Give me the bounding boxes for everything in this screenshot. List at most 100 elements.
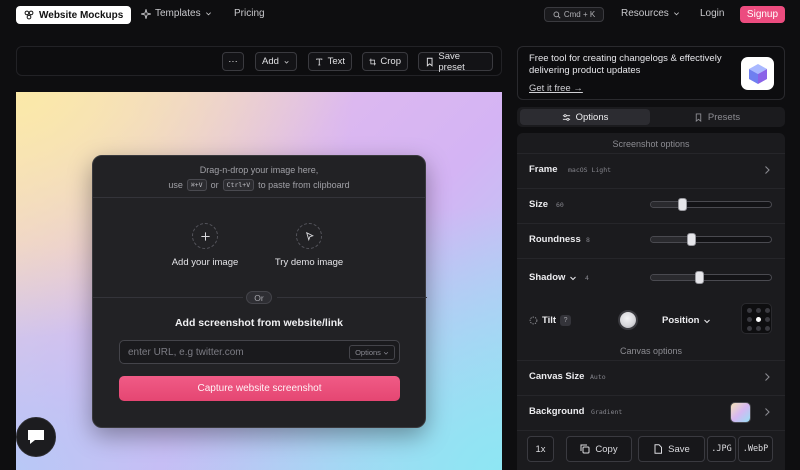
promo-banner: Free tool for creating changelogs & effe… xyxy=(517,46,785,100)
roundness-slider-thumb[interactable] xyxy=(687,233,696,246)
url-field[interactable]: Options xyxy=(119,340,400,364)
background-row[interactable]: Background Gradient xyxy=(517,395,785,428)
file-icon xyxy=(654,444,663,454)
save-preset-button[interactable]: Save preset xyxy=(418,50,493,73)
position-top-right[interactable] xyxy=(765,308,770,313)
chevron-down-icon xyxy=(673,12,679,16)
add-image-button[interactable] xyxy=(192,223,218,249)
search-icon xyxy=(553,11,561,19)
demo-image-label[interactable]: Try demo image xyxy=(249,257,369,268)
search-shortcut-label: Cmd + K xyxy=(563,10,596,19)
demo-image-button[interactable] xyxy=(296,223,322,249)
shadow-row: Shadow 4 xyxy=(517,258,785,295)
command-search-button[interactable]: Cmd + K xyxy=(544,7,604,22)
export-bar: 1x Copy Save .JPG .WebP xyxy=(517,430,785,470)
mockup-icon xyxy=(24,10,34,20)
position-bottom-center[interactable] xyxy=(756,326,761,331)
position-bottom-left[interactable] xyxy=(747,326,752,331)
copy-button[interactable]: Copy xyxy=(566,436,632,462)
or-divider-left xyxy=(93,297,243,298)
add-label: Add xyxy=(262,56,279,67)
tab-options-label: Options xyxy=(575,111,609,123)
signup-button[interactable]: Signup xyxy=(740,6,785,23)
top-nav: Website Mockups Templates Pricing Cmd + … xyxy=(0,0,800,30)
canvas-size-label: Canvas Size xyxy=(529,371,585,382)
resources-menu[interactable]: Resources xyxy=(621,8,680,19)
jpg-format-button[interactable]: .JPG xyxy=(707,436,736,462)
background-swatch[interactable] xyxy=(730,402,751,423)
canvas-options-heading: Canvas options xyxy=(619,345,683,356)
url-input[interactable] xyxy=(128,345,338,360)
promo-link[interactable]: Get it free → xyxy=(529,83,583,94)
text-tool-button[interactable]: Text xyxy=(308,52,352,71)
frame-row[interactable]: Frame macOS Light xyxy=(517,153,785,186)
roundness-slider-fill xyxy=(651,237,692,242)
chevron-down-icon xyxy=(383,351,389,355)
shadow-slider[interactable] xyxy=(650,271,772,284)
text-icon xyxy=(316,58,323,65)
bookmark-icon xyxy=(426,57,433,67)
save-button[interactable]: Save xyxy=(638,436,705,462)
brand-label: Website Mockups xyxy=(39,9,124,21)
divider xyxy=(93,197,425,198)
or-divider-right xyxy=(277,297,427,298)
canvas-size-row[interactable]: Canvas Size Auto xyxy=(517,360,785,393)
position-label: Position xyxy=(662,315,700,326)
save-preset-label: Save preset xyxy=(438,50,465,73)
text-tool-label: Text xyxy=(327,56,345,67)
shadow-dropdown[interactable]: Shadow xyxy=(529,272,577,283)
login-link[interactable]: Login xyxy=(700,8,724,19)
roundness-slider[interactable] xyxy=(650,233,772,246)
position-middle-right[interactable] xyxy=(765,317,770,322)
scale-button[interactable]: 1x xyxy=(527,436,554,462)
chat-support-button[interactable] xyxy=(16,417,56,457)
background-label: Background xyxy=(529,406,585,417)
cursor-icon xyxy=(305,231,314,241)
cube-logo-icon xyxy=(748,63,767,84)
capture-screenshot-button[interactable]: Capture website screenshot xyxy=(119,376,400,401)
crop-tool-button[interactable]: Crop xyxy=(362,52,408,71)
position-dropdown[interactable]: Position xyxy=(662,315,711,326)
size-value: 60 xyxy=(556,201,564,209)
chevron-right-icon xyxy=(765,408,770,416)
templates-label: Templates xyxy=(155,8,201,19)
mac-paste-shortcut: ⌘+V xyxy=(186,179,207,191)
add-button[interactable]: Add xyxy=(255,52,297,71)
position-center[interactable] xyxy=(756,317,761,322)
position-top-left[interactable] xyxy=(747,308,752,313)
tilt-knob[interactable] xyxy=(618,310,638,330)
bookmark-icon xyxy=(695,112,702,122)
chevron-down-icon xyxy=(570,276,577,280)
tilt-label: Tilt xyxy=(542,315,557,326)
position-middle-left[interactable] xyxy=(747,317,752,322)
chevron-right-icon xyxy=(765,373,770,381)
canvas-size-value: Auto xyxy=(590,373,606,381)
brand-logo-button[interactable]: Website Mockups xyxy=(16,6,132,24)
url-options-label: Options xyxy=(355,348,381,357)
size-slider-thumb[interactable] xyxy=(678,198,687,211)
position-top-center[interactable] xyxy=(756,308,761,313)
drop-instructions: Drag-n-drop your image here, xyxy=(199,165,319,175)
position-grid[interactable] xyxy=(741,303,772,334)
crop-tool-label: Crop xyxy=(380,56,401,67)
url-options-button[interactable]: Options xyxy=(349,345,395,360)
promo-logo xyxy=(741,57,774,90)
size-slider[interactable] xyxy=(650,198,772,211)
win-paste-shortcut: Ctrl+V xyxy=(222,179,255,191)
add-image-label[interactable]: Add your image xyxy=(145,257,265,268)
pricing-link[interactable]: Pricing xyxy=(234,8,265,19)
frame-label: Frame xyxy=(529,164,558,175)
shadow-slider-thumb[interactable] xyxy=(695,271,704,284)
tab-presets-label: Presets xyxy=(707,111,741,123)
position-bottom-right[interactable] xyxy=(765,326,770,331)
tilt-help-badge[interactable]: ? xyxy=(560,315,572,326)
mockup-canvas[interactable]: Drag-n-drop your image here, use ⌘+V or … xyxy=(16,92,502,470)
paste-instructions: use ⌘+V or Ctrl+V to paste from clipboar… xyxy=(93,179,425,191)
more-options-button[interactable]: ··· xyxy=(222,52,244,71)
templates-menu[interactable]: Templates xyxy=(141,8,212,19)
tab-options[interactable]: Options xyxy=(520,109,650,125)
chat-icon xyxy=(28,430,44,444)
webp-format-button[interactable]: .WebP xyxy=(738,436,773,462)
screenshot-options-heading: Screenshot options xyxy=(612,138,690,149)
tab-presets[interactable]: Presets xyxy=(652,109,782,125)
